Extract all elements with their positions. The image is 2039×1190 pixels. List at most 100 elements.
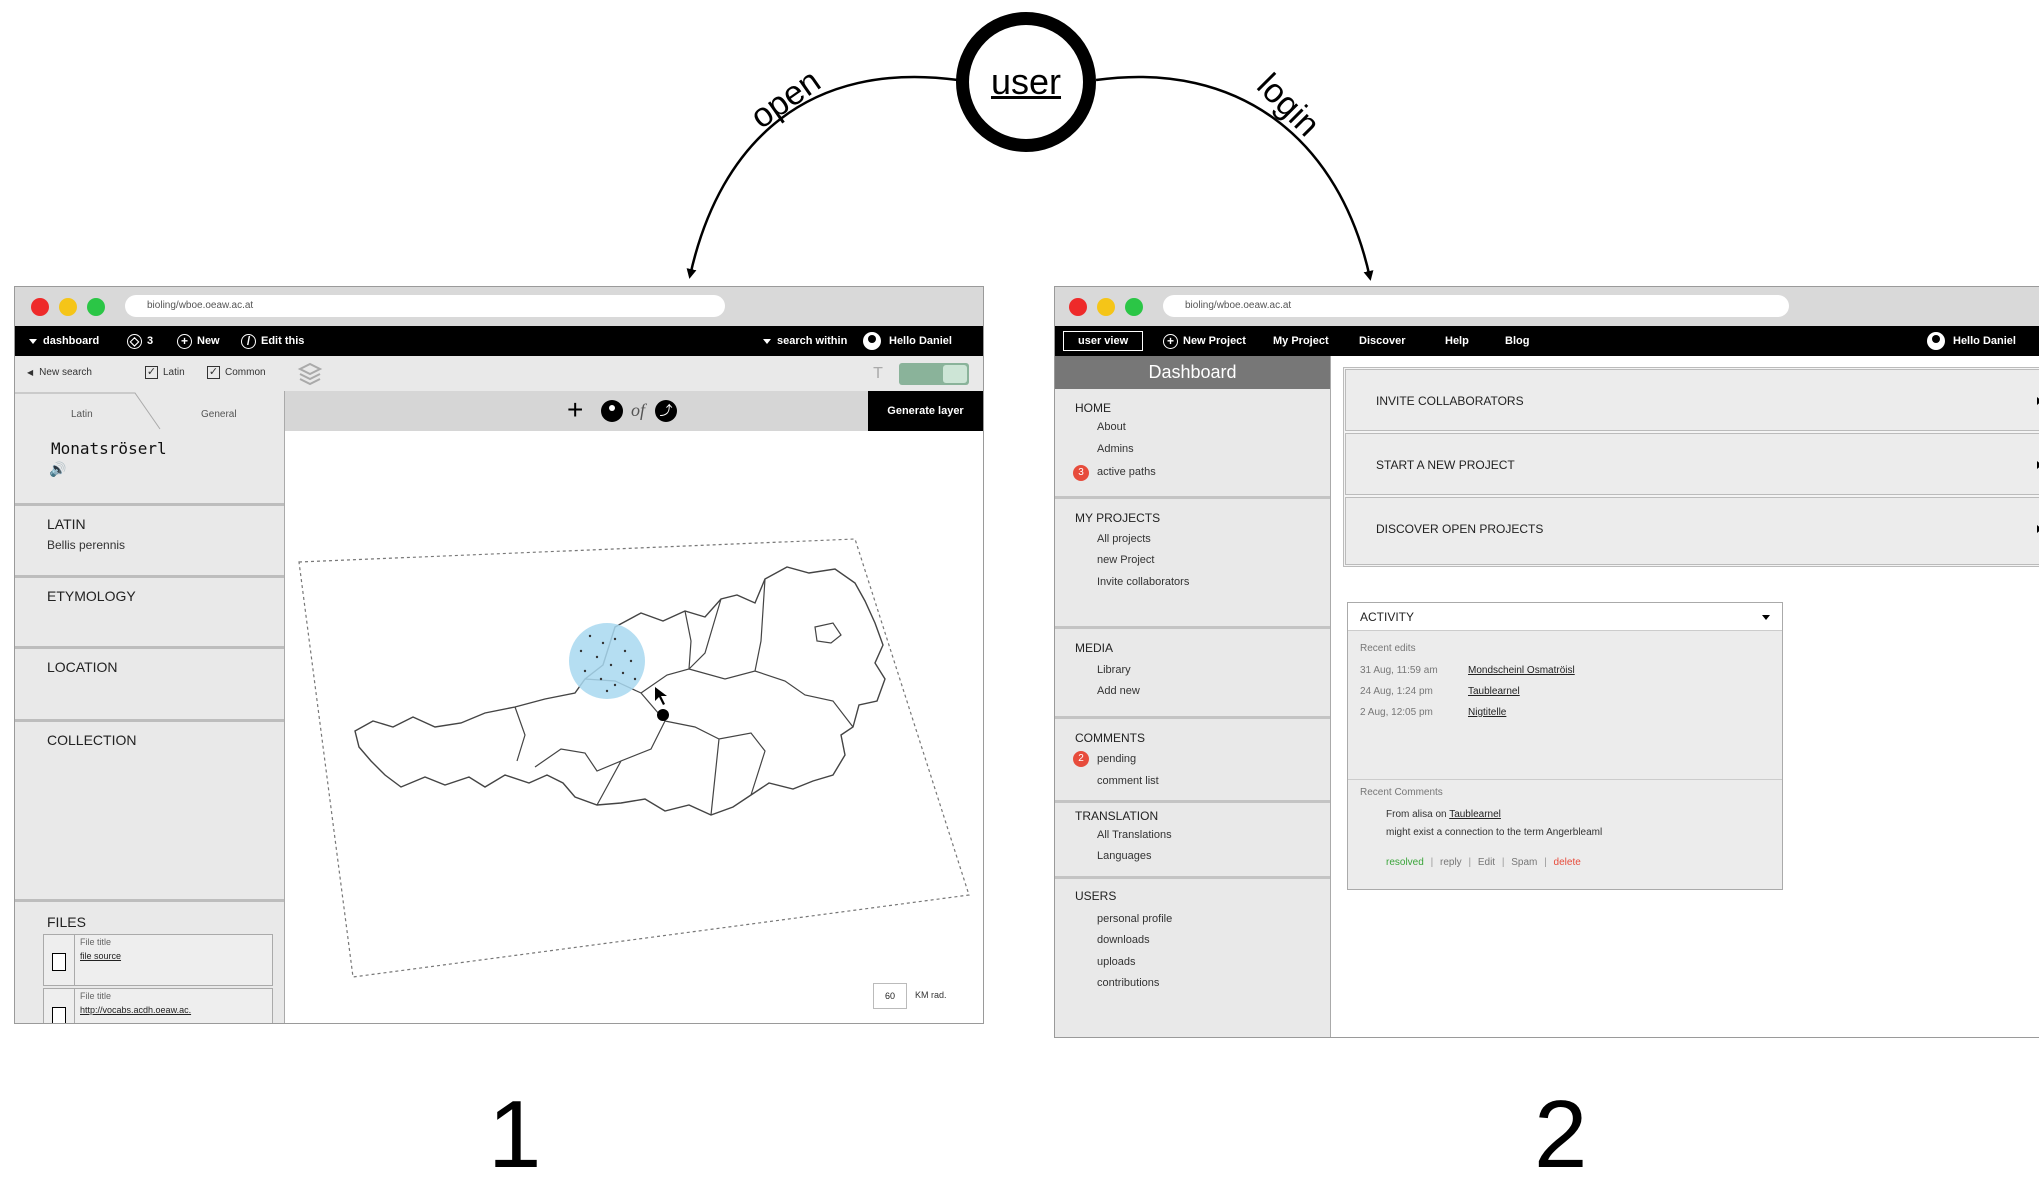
minimize-dot-icon[interactable]	[59, 298, 77, 316]
separator: |	[1501, 857, 1505, 868]
close-dot-icon[interactable]	[31, 298, 49, 316]
common-checkbox[interactable]: ✓ Common	[207, 366, 266, 379]
edit-link[interactable]: Edit	[1478, 857, 1495, 868]
sidebar-item-personal-profile[interactable]: personal profile	[1097, 913, 1172, 925]
sidebar-item-pending[interactable]: pending	[1097, 753, 1136, 765]
activity-title: ACTIVITY	[1360, 610, 1415, 624]
sidebar-item-users[interactable]: USERS	[1075, 889, 1116, 903]
user-view-button[interactable]: user view	[1063, 331, 1144, 351]
sidebar-item-add-new[interactable]: Add new	[1097, 685, 1140, 697]
sidebar-item-about[interactable]: About	[1097, 421, 1126, 433]
sidebar-item-languages[interactable]: Languages	[1097, 850, 1151, 862]
file-source-link[interactable]: http://vocabs.acdh.oeaw.ac.	[80, 1005, 191, 1015]
comment-target-link[interactable]: Taublearnel	[1449, 809, 1501, 820]
blog-link[interactable]: Blog	[1505, 326, 1529, 356]
tab-latin[interactable]: Latin	[71, 409, 93, 420]
add-icon[interactable]: +	[567, 395, 583, 425]
view-toggle[interactable]	[899, 363, 969, 385]
sidebar-item-home[interactable]: HOME	[1075, 401, 1111, 415]
common-checkbox-label: Common	[225, 367, 266, 379]
delete-link[interactable]: delete	[1554, 857, 1581, 868]
sidebar-section-projects: MY PROJECTS All projects new Project Inv…	[1055, 496, 1330, 626]
separator: |	[1430, 857, 1434, 868]
search-within-menu[interactable]: search within	[763, 326, 847, 356]
window-chrome: bioling/wboe.oeaw.ac.at	[15, 287, 983, 326]
new-button[interactable]: + New	[177, 326, 220, 356]
new-project-button[interactable]: + New Project	[1163, 326, 1246, 356]
edit-entry-link[interactable]: Nigtitelle	[1468, 707, 1506, 718]
user-menu[interactable]: Hello Daniel	[1927, 326, 2016, 356]
separator: |	[1468, 857, 1472, 868]
count-item[interactable]: ◇ 3	[127, 326, 153, 356]
my-project-link[interactable]: My Project	[1273, 326, 1329, 356]
etymology-heading[interactable]: ETYMOLOGY	[47, 588, 136, 604]
generate-layer-button[interactable]: Generate layer	[868, 391, 983, 431]
sidebar-title: Dashboard	[1055, 356, 1330, 389]
sidebar-item-downloads[interactable]: downloads	[1097, 934, 1150, 946]
file-item[interactable]: File title file source	[43, 934, 273, 986]
sidebar-item-admins[interactable]: Admins	[1097, 443, 1134, 455]
discover-open-projects-row[interactable]: DISCOVER OPEN PROJECTS	[1345, 497, 2039, 565]
map-canvas[interactable]: 60 KM rad.	[285, 431, 983, 1023]
sidebar-item-comment-list[interactable]: comment list	[1097, 775, 1159, 787]
avatar-icon	[1927, 332, 1945, 351]
layers-icon[interactable]	[297, 360, 323, 386]
help-link[interactable]: Help	[1445, 326, 1469, 356]
window-chrome: bioling/wboe.oeaw.ac.at	[1055, 287, 2039, 326]
user-menu[interactable]: Hello Daniel	[863, 326, 952, 356]
latin-checkbox[interactable]: ✓ Latin	[145, 366, 185, 379]
sidebar-section-comments: COMMENTS 2 pending comment list	[1055, 716, 1330, 800]
edit-entry-link[interactable]: Mondscheinl Osmatröisl	[1468, 665, 1575, 676]
sidebar-item-library[interactable]: Library	[1097, 664, 1131, 676]
sidebar-item-invite[interactable]: Invite collaborators	[1097, 576, 1189, 588]
pin-icon[interactable]	[601, 400, 623, 422]
comment-meta: From alisa on Taublearnel	[1386, 809, 1501, 820]
invite-collaborators-row[interactable]: INVITE COLLABORATORS	[1345, 369, 2039, 431]
tab-general[interactable]: General	[201, 409, 237, 420]
resolved-link[interactable]: resolved	[1386, 857, 1424, 868]
close-dot-icon[interactable]	[1069, 298, 1087, 316]
sidebar-item-media[interactable]: MEDIA	[1075, 641, 1113, 655]
recent-edits-heading: Recent edits	[1360, 643, 1416, 654]
start-new-project-label: START A NEW PROJECT	[1376, 458, 1515, 472]
url-bar[interactable]: bioling/wboe.oeaw.ac.at	[125, 295, 725, 317]
file-divider	[74, 989, 75, 1023]
latin-heading: LATIN	[47, 516, 86, 532]
maximize-dot-icon[interactable]	[87, 298, 105, 316]
edit-button[interactable]: / Edit this	[241, 326, 304, 356]
location-heading[interactable]: LOCATION	[47, 659, 118, 675]
file-item[interactable]: File title http://vocabs.acdh.oeaw.ac.	[43, 988, 273, 1023]
edit-entry-link[interactable]: Taublearnel	[1468, 686, 1520, 697]
file-source-link[interactable]: file source	[80, 951, 121, 961]
new-project-label: New Project	[1183, 335, 1246, 347]
minimize-dot-icon[interactable]	[1097, 298, 1115, 316]
globe-icon: ◇	[127, 333, 142, 349]
sidebar-item-contributions[interactable]: contributions	[1097, 977, 1159, 989]
text-tool-icon[interactable]: T	[867, 363, 889, 385]
comment-actions: resolved | reply | Edit | Spam | delete	[1386, 857, 1581, 868]
start-new-project-row[interactable]: START A NEW PROJECT	[1345, 433, 2039, 495]
sidebar-item-my-projects[interactable]: MY PROJECTS	[1075, 511, 1160, 525]
sidebar-item-translation[interactable]: TRANSLATION	[1075, 809, 1158, 823]
discover-link[interactable]: Discover	[1359, 326, 1405, 356]
radius-input[interactable]: 60	[873, 983, 907, 1009]
sidebar-item-uploads[interactable]: uploads	[1097, 956, 1136, 968]
share-icon[interactable]: ⤴	[655, 400, 677, 422]
activity-header[interactable]: ACTIVITY	[1348, 603, 1782, 631]
dashboard-sidebar: Dashboard HOME About Admins 3 active pat…	[1055, 356, 1331, 1037]
sidebar-item-comments[interactable]: COMMENTS	[1075, 731, 1145, 745]
url-bar[interactable]: bioling/wboe.oeaw.ac.at	[1163, 295, 1789, 317]
spam-link[interactable]: Spam	[1511, 857, 1537, 868]
maximize-dot-icon[interactable]	[1125, 298, 1143, 316]
new-search-link[interactable]: ◀ New search	[27, 367, 92, 378]
sidebar-item-all-translations[interactable]: All Translations	[1097, 829, 1172, 841]
invite-collaborators-label: INVITE COLLABORATORS	[1376, 394, 1524, 408]
sidebar-item-new-project[interactable]: new Project	[1097, 554, 1154, 566]
sidebar-item-all-projects[interactable]: All projects	[1097, 533, 1151, 545]
speaker-icon[interactable]: 🔊	[49, 461, 66, 478]
collection-heading[interactable]: COLLECTION	[47, 732, 136, 748]
new-search-label: New search	[39, 367, 92, 378]
sidebar-item-active-paths[interactable]: active paths	[1097, 466, 1156, 478]
dashboard-menu[interactable]: dashboard	[29, 326, 99, 356]
reply-link[interactable]: reply	[1440, 857, 1462, 868]
